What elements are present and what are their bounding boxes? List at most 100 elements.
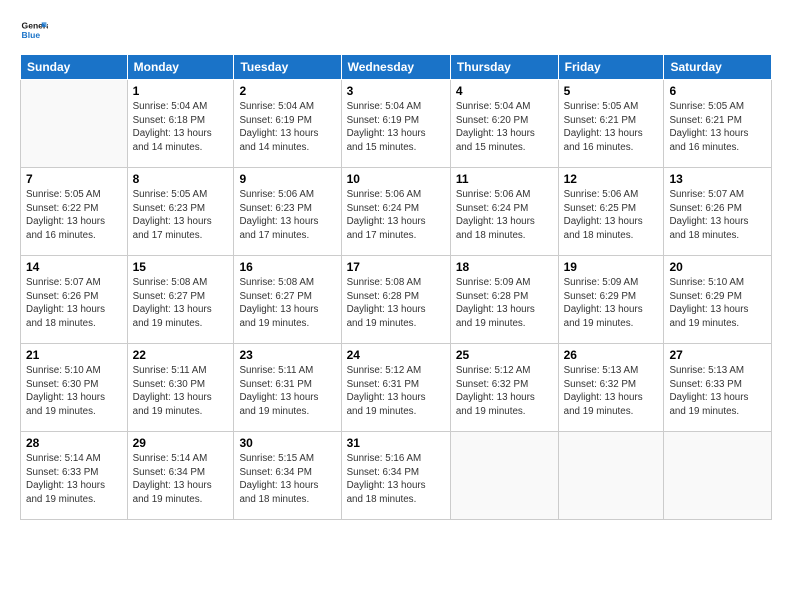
page-container: General Blue SundayMondayTuesdayWednesda… <box>0 0 792 530</box>
day-number: 29 <box>133 436 229 450</box>
day-number: 9 <box>239 172 335 186</box>
calendar-cell: 24 Sunrise: 5:12 AMSunset: 6:31 PMDayligh… <box>341 344 450 432</box>
calendar-cell: 14 Sunrise: 5:07 AMSunset: 6:26 PMDayligh… <box>21 256 128 344</box>
calendar-cell: 11 Sunrise: 5:06 AMSunset: 6:24 PMDayligh… <box>450 168 558 256</box>
day-number: 4 <box>456 84 553 98</box>
calendar-cell: 10 Sunrise: 5:06 AMSunset: 6:24 PMDayligh… <box>341 168 450 256</box>
day-number: 5 <box>564 84 659 98</box>
day-number: 24 <box>347 348 445 362</box>
calendar-cell: 30 Sunrise: 5:15 AMSunset: 6:34 PMDayligh… <box>234 432 341 520</box>
calendar-cell: 15 Sunrise: 5:08 AMSunset: 6:27 PMDayligh… <box>127 256 234 344</box>
calendar-cell: 13Sunrise: 5:07 AMSunset: 6:26 PMDayligh… <box>664 168 772 256</box>
day-number: 19 <box>564 260 659 274</box>
calendar-cell: 1 Sunrise: 5:04 AMSunset: 6:18 PMDaylight… <box>127 80 234 168</box>
day-info: Sunrise: 5:09 AMSunset: 6:28 PMDaylight:… <box>456 276 553 331</box>
day-info: Sunrise: 5:04 AMSunset: 6:18 PMDaylight:… <box>133 100 229 155</box>
calendar-cell: 19 Sunrise: 5:09 AMSunset: 6:29 PMDayligh… <box>558 256 664 344</box>
day-number: 23 <box>239 348 335 362</box>
day-info: Sunrise: 5:10 AMSunset: 6:30 PMDaylight:… <box>26 364 122 419</box>
logo-icon: General Blue <box>20 16 48 44</box>
weekday-header-wednesday: Wednesday <box>341 55 450 80</box>
day-number: 16 <box>239 260 335 274</box>
calendar-cell <box>664 432 772 520</box>
calendar-cell: 31 Sunrise: 5:16 AMSunset: 6:34 PMDayligh… <box>341 432 450 520</box>
day-number: 27 <box>669 348 766 362</box>
calendar-table: SundayMondayTuesdayWednesdayThursdayFrid… <box>20 54 772 520</box>
day-info: Sunrise: 5:05 AMSunset: 6:22 PMDaylight:… <box>26 188 122 243</box>
day-number: 31 <box>347 436 445 450</box>
day-info: Sunrise: 5:05 AMSunset: 6:23 PMDaylight:… <box>133 188 229 243</box>
day-number: 15 <box>133 260 229 274</box>
day-info: Sunrise: 5:12 AMSunset: 6:31 PMDaylight:… <box>347 364 445 419</box>
day-info: Sunrise: 5:08 AMSunset: 6:27 PMDaylight:… <box>239 276 335 331</box>
calendar-cell: 6 Sunrise: 5:05 AMSunset: 6:21 PMDaylight… <box>664 80 772 168</box>
calendar-cell: 9 Sunrise: 5:06 AMSunset: 6:23 PMDaylight… <box>234 168 341 256</box>
day-number: 3 <box>347 84 445 98</box>
calendar-cell: 17 Sunrise: 5:08 AMSunset: 6:28 PMDayligh… <box>341 256 450 344</box>
day-number: 26 <box>564 348 659 362</box>
day-number: 30 <box>239 436 335 450</box>
day-info: Sunrise: 5:14 AMSunset: 6:33 PMDaylight:… <box>26 452 122 507</box>
calendar-cell: 4 Sunrise: 5:04 AMSunset: 6:20 PMDaylight… <box>450 80 558 168</box>
calendar-cell: 5Sunrise: 5:05 AMSunset: 6:21 PMDaylight… <box>558 80 664 168</box>
day-info: Sunrise: 5:07 AMSunset: 6:26 PMDaylight:… <box>26 276 122 331</box>
calendar-cell: 25Sunrise: 5:12 AMSunset: 6:32 PMDayligh… <box>450 344 558 432</box>
day-number: 21 <box>26 348 122 362</box>
calendar-week-row: 28 Sunrise: 5:14 AMSunset: 6:33 PMDayligh… <box>21 432 772 520</box>
svg-text:Blue: Blue <box>22 30 41 40</box>
day-info: Sunrise: 5:05 AMSunset: 6:21 PMDaylight:… <box>669 100 766 155</box>
day-info: Sunrise: 5:11 AMSunset: 6:30 PMDaylight:… <box>133 364 229 419</box>
day-number: 8 <box>133 172 229 186</box>
calendar-cell <box>558 432 664 520</box>
calendar-cell <box>21 80 128 168</box>
calendar-cell: 18 Sunrise: 5:09 AMSunset: 6:28 PMDayligh… <box>450 256 558 344</box>
day-info: Sunrise: 5:14 AMSunset: 6:34 PMDaylight:… <box>133 452 229 507</box>
calendar-week-row: 1 Sunrise: 5:04 AMSunset: 6:18 PMDaylight… <box>21 80 772 168</box>
day-number: 6 <box>669 84 766 98</box>
day-info: Sunrise: 5:11 AMSunset: 6:31 PMDaylight:… <box>239 364 335 419</box>
calendar-cell: 27 Sunrise: 5:13 AMSunset: 6:33 PMDayligh… <box>664 344 772 432</box>
calendar-week-row: 21 Sunrise: 5:10 AMSunset: 6:30 PMDayligh… <box>21 344 772 432</box>
day-number: 11 <box>456 172 553 186</box>
day-info: Sunrise: 5:04 AMSunset: 6:20 PMDaylight:… <box>456 100 553 155</box>
day-info: Sunrise: 5:13 AMSunset: 6:33 PMDaylight:… <box>669 364 766 419</box>
day-number: 18 <box>456 260 553 274</box>
day-number: 10 <box>347 172 445 186</box>
weekday-header-row: SundayMondayTuesdayWednesdayThursdayFrid… <box>21 55 772 80</box>
day-info: Sunrise: 5:07 AMSunset: 6:26 PMDaylight:… <box>669 188 766 243</box>
day-number: 2 <box>239 84 335 98</box>
calendar-cell: 22Sunrise: 5:11 AMSunset: 6:30 PMDayligh… <box>127 344 234 432</box>
day-number: 28 <box>26 436 122 450</box>
logo: General Blue <box>20 16 48 44</box>
day-number: 20 <box>669 260 766 274</box>
weekday-header-friday: Friday <box>558 55 664 80</box>
weekday-header-thursday: Thursday <box>450 55 558 80</box>
day-info: Sunrise: 5:06 AMSunset: 6:23 PMDaylight:… <box>239 188 335 243</box>
calendar-week-row: 7Sunrise: 5:05 AMSunset: 6:22 PMDaylight… <box>21 168 772 256</box>
day-info: Sunrise: 5:06 AMSunset: 6:24 PMDaylight:… <box>456 188 553 243</box>
weekday-header-sunday: Sunday <box>21 55 128 80</box>
day-info: Sunrise: 5:15 AMSunset: 6:34 PMDaylight:… <box>239 452 335 507</box>
calendar-cell: 12Sunrise: 5:06 AMSunset: 6:25 PMDayligh… <box>558 168 664 256</box>
day-info: Sunrise: 5:04 AMSunset: 6:19 PMDaylight:… <box>347 100 445 155</box>
day-info: Sunrise: 5:08 AMSunset: 6:28 PMDaylight:… <box>347 276 445 331</box>
day-info: Sunrise: 5:06 AMSunset: 6:24 PMDaylight:… <box>347 188 445 243</box>
day-number: 14 <box>26 260 122 274</box>
day-info: Sunrise: 5:06 AMSunset: 6:25 PMDaylight:… <box>564 188 659 243</box>
day-number: 25 <box>456 348 553 362</box>
day-info: Sunrise: 5:13 AMSunset: 6:32 PMDaylight:… <box>564 364 659 419</box>
calendar-cell: 16 Sunrise: 5:08 AMSunset: 6:27 PMDayligh… <box>234 256 341 344</box>
calendar-cell: 7Sunrise: 5:05 AMSunset: 6:22 PMDaylight… <box>21 168 128 256</box>
day-info: Sunrise: 5:08 AMSunset: 6:27 PMDaylight:… <box>133 276 229 331</box>
calendar-cell: 2 Sunrise: 5:04 AMSunset: 6:19 PMDaylight… <box>234 80 341 168</box>
calendar-cell: 21 Sunrise: 5:10 AMSunset: 6:30 PMDayligh… <box>21 344 128 432</box>
day-number: 17 <box>347 260 445 274</box>
day-info: Sunrise: 5:04 AMSunset: 6:19 PMDaylight:… <box>239 100 335 155</box>
calendar-cell: 29 Sunrise: 5:14 AMSunset: 6:34 PMDayligh… <box>127 432 234 520</box>
weekday-header-saturday: Saturday <box>664 55 772 80</box>
weekday-header-tuesday: Tuesday <box>234 55 341 80</box>
day-number: 1 <box>133 84 229 98</box>
day-info: Sunrise: 5:16 AMSunset: 6:34 PMDaylight:… <box>347 452 445 507</box>
day-info: Sunrise: 5:09 AMSunset: 6:29 PMDaylight:… <box>564 276 659 331</box>
calendar-cell: 20Sunrise: 5:10 AMSunset: 6:29 PMDayligh… <box>664 256 772 344</box>
